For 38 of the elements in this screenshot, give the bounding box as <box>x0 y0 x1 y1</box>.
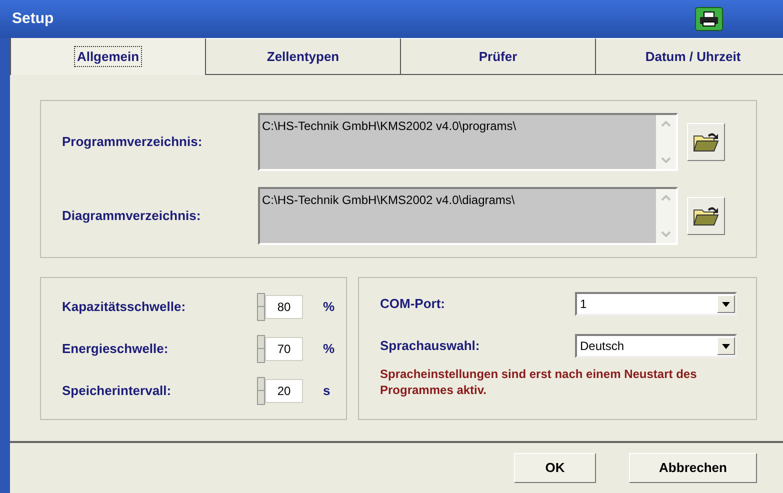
unit-label: % <box>323 340 335 358</box>
number-field[interactable]: 70 <box>265 336 303 360</box>
dialog-button[interactable]: OK <box>514 453 596 483</box>
unit-label: % <box>323 298 335 316</box>
unit-label: s <box>323 382 330 400</box>
directory-label: Diagrammverzeichnis: <box>62 207 202 226</box>
dropdown[interactable]: Deutsch <box>575 334 737 358</box>
scrollbar[interactable] <box>656 189 676 243</box>
path-field[interactable]: C:\HS-Technik GmbH\KMS2002 v4.0\programs\ <box>258 113 678 171</box>
printer-icon <box>699 11 719 27</box>
folder-button[interactable] <box>687 123 725 161</box>
folder-icon <box>693 131 719 153</box>
directory-label: Programmverzeichnis: <box>62 133 204 152</box>
dialog-button[interactable]: Abbrechen <box>629 453 757 483</box>
path-text: C:\HS-Technik GmbH\KMS2002 v4.0\diagrams\ <box>261 192 516 209</box>
select-label: Sprachauswahl: <box>380 337 481 356</box>
setting-label: Speicherintervall: <box>62 382 172 400</box>
dropdown[interactable]: 1 <box>575 292 737 316</box>
spin-buttons[interactable] <box>257 292 265 320</box>
window-title: Setup <box>12 8 54 29</box>
folder-icon <box>693 205 719 227</box>
number-field[interactable]: 20 <box>265 378 303 402</box>
tab[interactable]: Datum / Uhrzeit <box>595 38 783 74</box>
folder-button[interactable] <box>687 197 725 235</box>
spin-buttons[interactable] <box>257 334 265 362</box>
tab[interactable]: Allgemein <box>10 38 205 75</box>
setting-label: Kapazitätsschwelle: <box>62 298 187 316</box>
path-field[interactable]: C:\HS-Technik GmbH\KMS2002 v4.0\diagrams\ <box>258 187 678 245</box>
print-button[interactable] <box>695 7 723 31</box>
spin-buttons[interactable] <box>257 376 265 404</box>
scrollbar[interactable] <box>656 115 676 169</box>
path-text: C:\HS-Technik GmbH\KMS2002 v4.0\programs\ <box>261 118 518 135</box>
select-label: COM-Port: <box>380 295 446 314</box>
tab[interactable]: Prüfer <box>400 38 595 74</box>
tab[interactable]: Zellentypen <box>205 38 400 74</box>
restart-notice: Spracheinstellungen sind erst nach einem Neustart des Programmes aktiv. <box>380 366 698 398</box>
number-field[interactable]: 80 <box>265 294 303 318</box>
setting-label: Energieschwelle: <box>62 340 170 358</box>
